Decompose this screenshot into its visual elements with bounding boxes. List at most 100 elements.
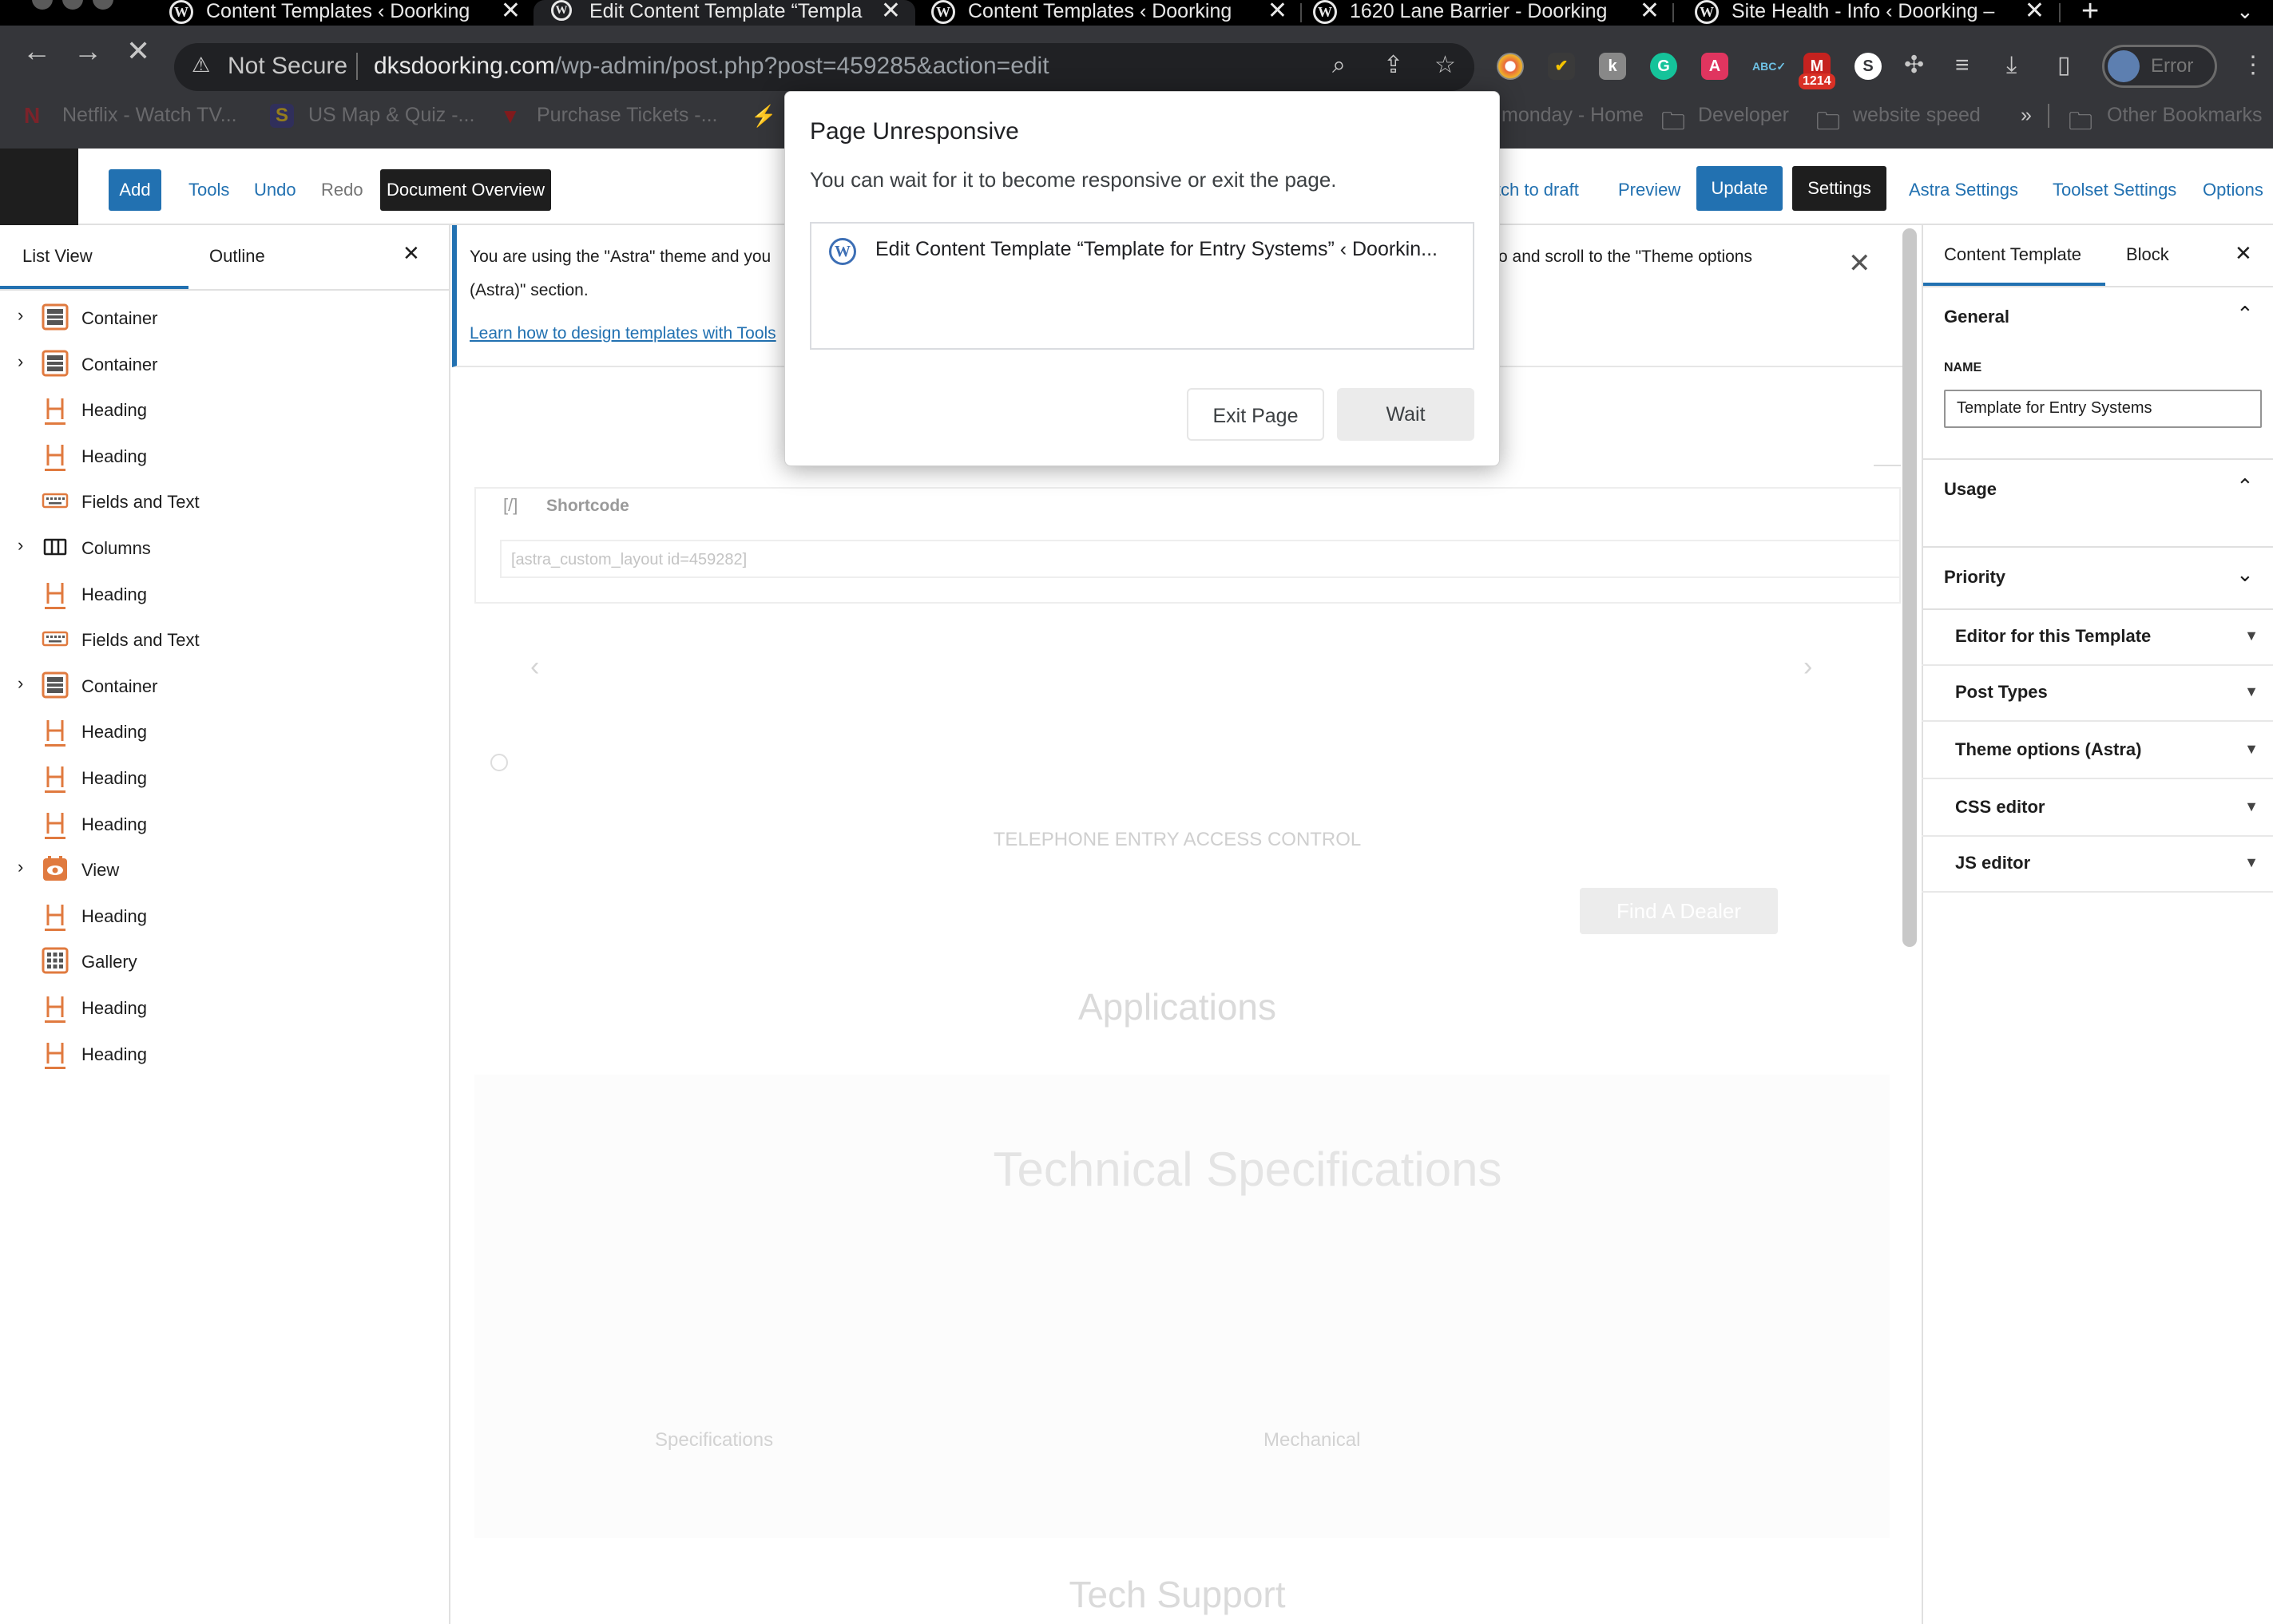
browser-tab-active[interactable]: W Edit Content Template “Templa ✕ <box>534 0 915 26</box>
tab-outline[interactable]: Outline <box>209 246 265 267</box>
bookmark-item[interactable]: monday - Home <box>1501 104 1644 127</box>
security-status[interactable]: Not Secure <box>228 51 347 81</box>
document-overview-button[interactable]: Document Overview <box>380 169 551 211</box>
list-view-item[interactable]: › Container <box>0 343 450 390</box>
tab-block[interactable]: Block <box>2126 244 2169 265</box>
extension-check-icon[interactable]: ✔ <box>1548 53 1575 80</box>
list-view-item[interactable]: Heading <box>0 711 450 757</box>
new-tab-button[interactable]: + <box>2081 0 2099 26</box>
chevron-up-icon[interactable]: ⌃ <box>2236 474 2254 499</box>
close-icon[interactable]: ✕ <box>2235 241 2252 266</box>
close-tab-icon[interactable]: ✕ <box>501 0 521 24</box>
post-types-section[interactable]: Post Types ▼ <box>1922 666 2273 722</box>
find-dealer-button[interactable]: Find A Dealer <box>1580 888 1778 934</box>
close-tab-icon[interactable]: ✕ <box>1267 0 1287 24</box>
canvas-scrollbar[interactable] <box>1902 228 1917 947</box>
list-view-item[interactable]: Heading <box>0 435 450 481</box>
spellcheck-icon[interactable]: ABC✓ <box>1752 53 1786 80</box>
bookmark-item[interactable]: Purchase Tickets -... <box>537 104 717 127</box>
forward-arrow-icon[interactable]: → <box>73 37 102 65</box>
general-panel-toggle[interactable]: General <box>1944 307 2009 327</box>
js-editor-section[interactable]: JS editor ▼ <box>1922 837 2273 893</box>
extension-a-icon[interactable]: A <box>1701 53 1728 80</box>
browser-tab[interactable]: W Content Templates ‹ Doorking ✕ <box>931 0 1287 26</box>
chevron-right-icon[interactable]: › <box>18 305 23 326</box>
url-text[interactable]: dksdoorking.com/wp-admin/post.php?post=4… <box>374 51 1049 81</box>
share-icon[interactable]: ⇪ <box>1383 51 1403 80</box>
close-tab-icon[interactable]: ✕ <box>1640 0 1660 24</box>
tab-search-icon[interactable]: ⌄ <box>2236 0 2254 24</box>
warning-triangle-icon[interactable]: ⚠ <box>192 53 216 77</box>
browser-tab[interactable]: W Site Health - Info ‹ Doorking – ✕ <box>1695 0 2045 26</box>
tab-list-view[interactable]: List View <box>22 246 93 267</box>
browser-tab[interactable]: W 1620 Lane Barrier - Doorking ✕ <box>1313 0 1660 26</box>
settings-button[interactable]: Settings <box>1792 166 1886 211</box>
list-view-item[interactable]: › Container <box>0 665 450 711</box>
side-panel-icon[interactable]: ▯ <box>2057 51 2071 80</box>
extension-k-icon[interactable]: k <box>1599 53 1626 80</box>
add-block-button[interactable]: Add <box>109 169 161 211</box>
tab-content-template[interactable]: Content Template <box>1944 244 2081 265</box>
bookmark-item[interactable]: Netflix - Watch TV... <box>62 104 237 127</box>
list-view-item[interactable]: Fields and Text <box>0 619 450 665</box>
chevron-down-icon[interactable]: ⌄ <box>2236 562 2254 587</box>
profile-button[interactable]: Error <box>2102 45 2217 88</box>
mechanical-tab[interactable]: Mechanical <box>1263 1429 1360 1452</box>
list-view-item[interactable]: Heading <box>0 803 450 850</box>
close-tab-icon[interactable]: ✕ <box>881 0 901 24</box>
stop-loading-icon[interactable]: ✕ <box>126 37 150 65</box>
options-button[interactable]: Options <box>2192 169 2273 211</box>
list-view-item[interactable]: Heading <box>0 389 450 435</box>
carousel-next-icon[interactable]: › <box>1803 652 1812 683</box>
reading-list-icon[interactable]: ≡ <box>1955 51 1970 80</box>
list-view-item[interactable]: Heading <box>0 1033 450 1079</box>
more-bookmarks-button[interactable]: » <box>2021 104 2032 127</box>
specifications-tab[interactable]: Specifications <box>655 1429 773 1452</box>
grammarly-icon[interactable]: G <box>1650 53 1677 80</box>
chevron-right-icon[interactable]: › <box>18 673 23 694</box>
chevron-right-icon[interactable]: › <box>18 857 23 877</box>
redo-button[interactable]: Redo <box>310 169 375 211</box>
browser-tab[interactable]: W Content Templates ‹ Doorking ✕ <box>169 0 521 26</box>
list-view-item[interactable]: Fields and Text <box>0 481 450 527</box>
close-icon[interactable]: ✕ <box>403 241 420 266</box>
close-tab-icon[interactable]: ✕ <box>2025 0 2045 24</box>
exit-page-button[interactable]: Exit Page <box>1187 388 1324 441</box>
css-editor-section[interactable]: CSS editor ▼ <box>1922 781 2273 837</box>
download-icon[interactable]: ⤓ <box>2006 51 2017 80</box>
chevron-up-icon[interactable]: ⌃ <box>2236 302 2254 327</box>
preview-button[interactable]: Preview <box>1607 169 1692 211</box>
list-view-item[interactable]: Heading <box>0 895 450 941</box>
list-view-item[interactable]: › View <box>0 849 450 895</box>
list-view-item[interactable]: Heading <box>0 573 450 620</box>
extension-color-icon[interactable] <box>1497 53 1524 80</box>
zoom-icon[interactable]: ⌕ <box>1332 51 1346 80</box>
usage-panel-toggle[interactable]: Usage <box>1944 479 1997 500</box>
extensions-puzzle-icon[interactable]: ✣ <box>1904 51 1924 80</box>
wait-button[interactable]: Wait <box>1337 388 1474 441</box>
list-view-item[interactable]: Gallery <box>0 941 450 987</box>
list-view-item[interactable]: › Columns <box>0 527 450 573</box>
tools-button[interactable]: Tools <box>177 169 240 211</box>
dismiss-notice-icon[interactable]: ✕ <box>1848 248 1871 279</box>
list-view-item[interactable]: Heading <box>0 757 450 803</box>
toolset-settings-button[interactable]: Toolset Settings <box>2041 169 2188 211</box>
list-view-item[interactable]: Heading <box>0 987 450 1033</box>
undo-button[interactable]: Undo <box>243 169 307 211</box>
bookmark-folder[interactable]: website speed <box>1853 104 1981 127</box>
wordpress-logo-button[interactable] <box>0 149 78 225</box>
bookmark-item[interactable]: US Map & Quiz -... <box>308 104 474 127</box>
notice-link[interactable]: Learn how to design templates with Tools <box>470 324 776 343</box>
list-view-item[interactable]: › Container <box>0 297 450 343</box>
chevron-right-icon[interactable]: › <box>18 351 23 372</box>
bookmark-folder[interactable]: Other Bookmarks <box>2107 104 2263 127</box>
update-button[interactable]: Update <box>1696 166 1783 211</box>
priority-panel-toggle[interactable]: Priority <box>1944 567 2005 588</box>
theme-options-section[interactable]: Theme options (Astra) ▼ <box>1922 723 2273 779</box>
carousel-prev-icon[interactable]: ‹ <box>530 652 539 683</box>
astra-settings-button[interactable]: Astra Settings <box>1898 169 2029 211</box>
chevron-right-icon[interactable]: › <box>18 535 23 556</box>
menu-kebab-icon[interactable]: ⋮ <box>2241 51 2265 80</box>
switch-to-draft-button[interactable]: itch to draft <box>1492 169 1579 211</box>
extension-s-icon[interactable]: S <box>1854 53 1882 80</box>
